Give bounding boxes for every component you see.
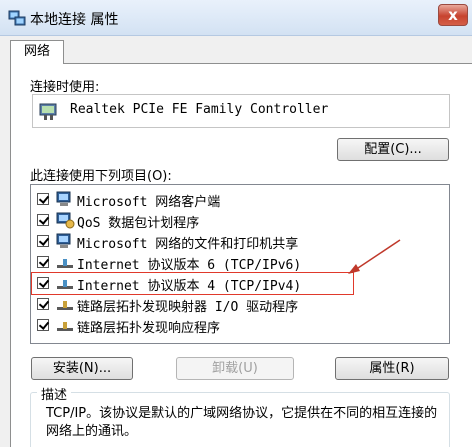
adapter-name: Realtek PCIe FE Family Controller (70, 102, 329, 117)
configure-button[interactable]: 配置(C)... (337, 138, 449, 161)
components-list[interactable]: Microsoft 网络客户端 QoS 数据包计划程序 Microsoft 网络… (30, 184, 450, 344)
uninstall-button[interactable]: 卸载(U) (176, 357, 294, 380)
checkbox[interactable] (37, 256, 49, 268)
tab-network[interactable]: 网络 (10, 40, 64, 64)
list-item-label: Microsoft 网络的文件和打印机共享 (77, 237, 299, 252)
protocol-icon (57, 259, 73, 268)
window-title: 本地连接 属性 (30, 12, 119, 28)
network-client-icon (56, 191, 71, 206)
protocol-icon (57, 322, 73, 331)
network-service-icon (56, 212, 75, 229)
items-label: 此连接使用下列项目(O): (30, 169, 172, 184)
checkbox[interactable] (37, 193, 49, 205)
protocol-icon (57, 301, 73, 310)
connect-using-label: 连接时使用: (30, 80, 100, 95)
checkbox[interactable] (37, 298, 49, 310)
network-adapter-icon (39, 103, 57, 120)
install-button[interactable]: 安装(N)... (31, 357, 133, 380)
close-icon: x (448, 6, 458, 24)
list-item-label: Microsoft 网络客户端 (77, 195, 221, 210)
checkbox[interactable] (37, 319, 49, 331)
checkbox[interactable] (37, 235, 49, 247)
description-text: TCP/IP。该协议是默认的广域网络协议，它提供在不同的相互连接的网络上的通讯。 (46, 406, 438, 439)
ipv4-highlight-box (31, 272, 354, 295)
list-item-label: 链路层拓扑发现映射器 I/O 驱动程序 (77, 300, 299, 315)
list-item-label: 链路层拓扑发现响应程序 (77, 321, 221, 336)
close-button[interactable]: x (438, 4, 468, 26)
list-item-label: QoS 数据包计划程序 (77, 216, 200, 231)
checkbox[interactable] (37, 214, 49, 226)
network-client-icon (56, 233, 71, 248)
list-item-label: Internet 协议版本 6 (TCP/IPv6) (77, 258, 302, 273)
properties-button[interactable]: 属性(R) (335, 357, 449, 380)
network-connection-icon (8, 10, 26, 26)
description-title: 描述 (37, 384, 72, 403)
